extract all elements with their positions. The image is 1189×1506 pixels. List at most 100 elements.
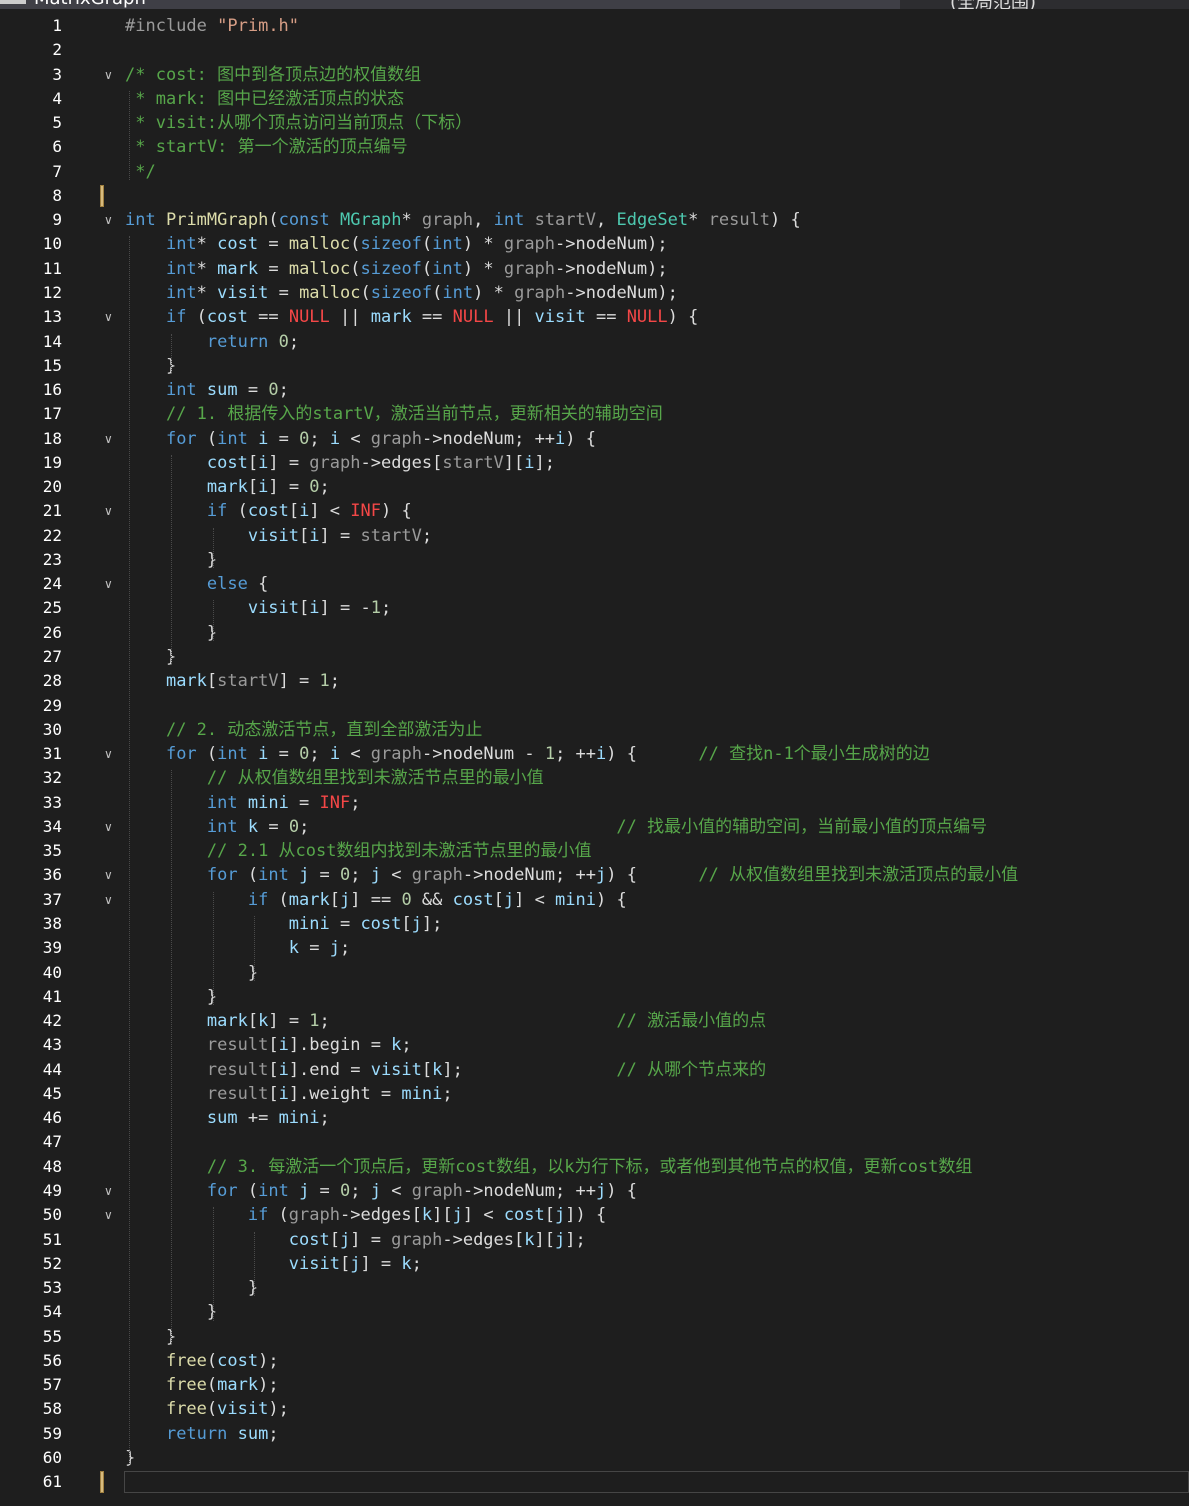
code-line[interactable]: 58 free(visit); — [0, 1397, 1189, 1421]
line-number: 26 — [42, 622, 62, 642]
code-line[interactable]: 43 result[i].begin = k; — [0, 1033, 1189, 1057]
line-number: 61 — [42, 1472, 62, 1492]
code-line[interactable]: 36 ∨ for (int j = 0; j < graph->nodeNum; … — [0, 863, 1189, 887]
code-line[interactable]: 16 int sum = 0; — [0, 378, 1189, 402]
code-line[interactable]: 15 } — [0, 354, 1189, 378]
line-number: 1 — [52, 16, 62, 35]
code-line[interactable]: 19 cost[i] = graph->edges[startV][i]; — [0, 451, 1189, 475]
code-line[interactable]: 17 // 1. 根据传入的startV，激活当前节点，更新相关的辅助空间 — [0, 402, 1189, 426]
document-tab-strip: MatrixGraph (全局范围) — [0, 0, 1189, 9]
code-line[interactable]: 18 ∨ for (int i = 0; i < graph->nodeNum; … — [0, 427, 1189, 451]
fold-chevron-icon[interactable]: ∨ — [104, 1179, 113, 1203]
code-line[interactable]: 27 } — [0, 645, 1189, 669]
code-line[interactable]: 44 result[i].end = visit[k]; // 从哪个节点来的 — [0, 1058, 1189, 1082]
code-text: visit[j] = k; — [288, 1253, 422, 1274]
fold-chevron-icon[interactable]: ∨ — [104, 305, 113, 329]
code-line[interactable]: 45 result[i].weight = mini; — [0, 1082, 1189, 1106]
code-line[interactable]: 5 * visit:从哪个顶点访问当前顶点（下标） — [0, 111, 1189, 135]
code-line[interactable]: 56 free(cost); — [0, 1349, 1189, 1373]
fold-chevron-icon[interactable]: ∨ — [104, 427, 113, 451]
code-line[interactable]: 9 ∨ int PrimMGraph(const MGraph* graph, in… — [0, 208, 1189, 232]
line-number: 8 — [52, 185, 62, 205]
fold-chevron-icon[interactable]: ∨ — [104, 1203, 113, 1227]
code-line[interactable]: 4 * mark: 图中已经激活顶点的状态 — [0, 87, 1189, 111]
code-line[interactable]: 20 mark[i] = 0; — [0, 475, 1189, 499]
tab-matrixgraph[interactable]: MatrixGraph — [0, 0, 900, 9]
code-line[interactable]: 41 } — [0, 985, 1189, 1009]
line-number: 20 — [42, 477, 62, 497]
line-number: 6 — [52, 137, 62, 157]
code-line[interactable]: 3 ∨ /* cost: 图中到各顶点边的权值数组 — [0, 63, 1189, 87]
code-line[interactable]: 26 } — [0, 621, 1189, 645]
code-text: return sum; — [165, 1423, 279, 1444]
code-line[interactable]: 49 ∨ for (int j = 0; j < graph->nodeNum; … — [0, 1179, 1189, 1203]
code-editor[interactable]: 1 #include "Prim.h" 2 3 ∨/* cost: 图中到各顶点边的权值… — [0, 9, 1189, 1506]
code-line[interactable]: 2 — [0, 38, 1189, 62]
line-number: 34 — [42, 816, 62, 836]
code-line[interactable]: 51 cost[j] = graph->edges[k][j]; — [0, 1228, 1189, 1252]
code-line[interactable]: 53 } — [0, 1276, 1189, 1300]
code-line[interactable]: 11 int* mark = malloc(sizeof(int) * grap… — [0, 257, 1189, 281]
line-number: 49 — [42, 1180, 62, 1200]
code-line[interactable]: 32 // 从权值数组里找到未激活节点里的最小值 — [0, 766, 1189, 790]
code-line[interactable]: 55 } — [0, 1325, 1189, 1349]
fold-chevron-icon[interactable]: ∨ — [104, 742, 113, 766]
code-line[interactable]: 30 // 2. 动态激活节点，直到全部激活为止 — [0, 718, 1189, 742]
line-number: 45 — [42, 1083, 62, 1103]
code-line[interactable]: 13 ∨ if (cost == NULL || mark == NULL || … — [0, 305, 1189, 329]
code-line[interactable]: 7 */ — [0, 160, 1189, 184]
code-text: int* mark = malloc(sizeof(int) * graph->… — [165, 258, 668, 279]
code-line[interactable]: 22 visit[i] = startV; — [0, 524, 1189, 548]
code-line[interactable]: 31 ∨ for (int i = 0; i < graph->nodeNum -… — [0, 742, 1189, 766]
line-number: 35 — [42, 841, 62, 861]
fold-chevron-icon[interactable]: ∨ — [104, 63, 113, 87]
code-line[interactable]: 14 return 0; — [0, 330, 1189, 354]
code-line[interactable]: 8 — [0, 184, 1189, 208]
code-text: // 1. 根据传入的startV，激活当前节点，更新相关的辅助空间 — [165, 404, 663, 425]
code-text: else { — [206, 574, 269, 595]
code-line[interactable]: 42 mark[k] = 1; // 激活最小值的点 — [0, 1009, 1189, 1033]
code-line[interactable]: 33 int mini = INF; — [0, 791, 1189, 815]
line-number: 3 — [52, 64, 62, 84]
code-line[interactable]: 28 mark[startV] = 1; — [0, 669, 1189, 693]
code-line[interactable]: 59 return sum; — [0, 1422, 1189, 1446]
code-text: if (cost == NULL || mark == NULL || visi… — [165, 307, 699, 328]
code-text: cost[i] = graph->edges[startV][i]; — [206, 452, 556, 473]
fold-chevron-icon[interactable]: ∨ — [104, 208, 113, 232]
code-line[interactable]: 50 ∨ if (graph->edges[k][j] < cost[j]) { — [0, 1203, 1189, 1227]
fold-chevron-icon[interactable]: ∨ — [104, 499, 113, 523]
line-number: 55 — [42, 1326, 62, 1346]
fold-chevron-icon[interactable]: ∨ — [104, 863, 113, 887]
code-line[interactable]: 46 sum += mini; — [0, 1106, 1189, 1130]
code-line[interactable]: 12 int* visit = malloc(sizeof(int) * gra… — [0, 281, 1189, 305]
code-line[interactable]: 57 free(mark); — [0, 1373, 1189, 1397]
code-line[interactable]: 23 } — [0, 548, 1189, 572]
code-line[interactable]: 1 #include "Prim.h" — [0, 14, 1189, 38]
code-line[interactable]: 54 } — [0, 1300, 1189, 1324]
code-line[interactable]: 34 ∨ int k = 0; // 找最小值的辅助空间，当前最小值的顶点编号 — [0, 815, 1189, 839]
code-line[interactable]: 6 * startV: 第一个激活的顶点编号 — [0, 135, 1189, 159]
code-line[interactable]: 24 ∨ else { — [0, 572, 1189, 596]
code-line[interactable]: 40 } — [0, 961, 1189, 985]
code-line[interactable]: 10 int* cost = malloc(sizeof(int) * grap… — [0, 232, 1189, 256]
fold-chevron-icon[interactable]: ∨ — [104, 888, 113, 912]
code-line[interactable]: 25 visit[i] = -1; — [0, 596, 1189, 620]
code-line[interactable]: 21 ∨ if (cost[i] < INF) { — [0, 499, 1189, 523]
code-line[interactable]: 48 // 3. 每激活一个顶点后，更新cost数组，以k为行下标，或者他到其他… — [0, 1155, 1189, 1179]
scope-dropdown[interactable]: (全局范围) — [910, 0, 1189, 9]
code-line[interactable]: 37 ∨ if (mark[j] == 0 && cost[j] < mini) … — [0, 888, 1189, 912]
indent-guide — [129, 236, 130, 1467]
code-text: result[i].begin = k; — [206, 1035, 412, 1056]
code-line[interactable]: 39 k = j; — [0, 936, 1189, 960]
code-line[interactable]: 47 — [0, 1130, 1189, 1154]
code-line[interactable]: 29 — [0, 694, 1189, 718]
code-line[interactable]: 52 visit[j] = k; — [0, 1252, 1189, 1276]
code-line[interactable]: 60} — [0, 1446, 1189, 1470]
line-number: 41 — [42, 986, 62, 1006]
code-line[interactable]: 35 // 2.1 从cost数组内找到未激活节点里的最小值 — [0, 839, 1189, 863]
fold-chevron-icon[interactable]: ∨ — [104, 815, 113, 839]
fold-chevron-icon[interactable]: ∨ — [104, 572, 113, 596]
change-marker — [100, 184, 104, 208]
code-text: if (graph->edges[k][j] < cost[j]) { — [247, 1205, 607, 1226]
code-line[interactable]: 38 mini = cost[j]; — [0, 912, 1189, 936]
